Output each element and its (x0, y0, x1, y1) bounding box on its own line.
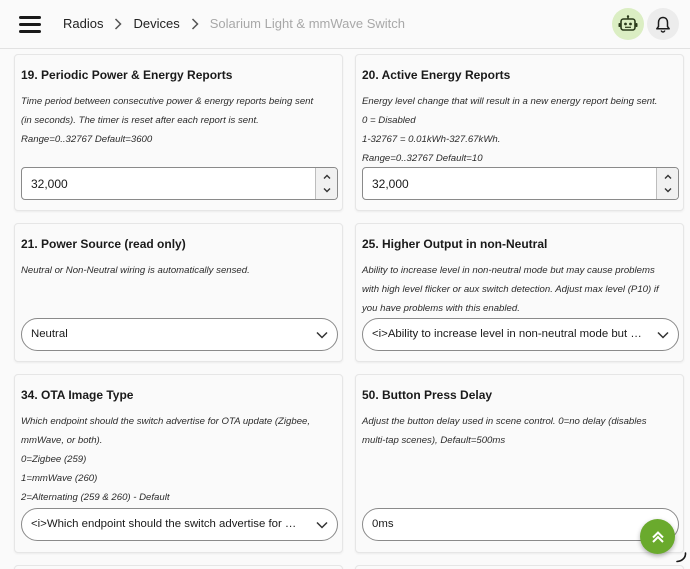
description-line: you have problems with this enabled. (362, 303, 520, 314)
chevron-up-icon[interactable] (322, 172, 332, 182)
chevron-down-icon[interactable] (322, 185, 332, 195)
description-line: 0 = Disabled (362, 115, 416, 126)
description-line: Range=0..32767 Default=10 (362, 153, 483, 164)
number-input-value[interactable]: 32,000 (372, 177, 409, 191)
setting-title: 19. Periodic Power & Energy Reports (21, 68, 233, 82)
robot-icon (618, 15, 638, 31)
chevron-right-icon (190, 17, 200, 31)
setting-title: 21. Power Source (read only) (21, 237, 186, 251)
setting-card-next-right (355, 565, 684, 569)
description-line: (in seconds). The timer is reset after e… (21, 115, 259, 126)
bell-icon (656, 16, 670, 33)
setting-card-34: 34. OTA Image Type Which endpoint should… (14, 374, 343, 553)
breadcrumb-current: Solarium Light & mmWave Switch (209, 16, 406, 31)
double-chevron-up-icon (651, 530, 664, 543)
assistant-button[interactable] (612, 8, 644, 40)
select-dropdown[interactable]: <i>Ability to increase level in non-neut… (362, 318, 679, 351)
description-line: 2=Alternating (259 & 260) - Default (21, 492, 170, 503)
setting-card-21: 21. Power Source (read only) Neutral or … (14, 223, 343, 362)
description-line: Energy level change that will result in … (362, 96, 658, 107)
select-dropdown[interactable]: 0ms (362, 508, 679, 541)
description-line: with high level flicker or aux switch de… (362, 284, 659, 295)
description-line: 0=Zigbee (259) (21, 454, 87, 465)
setting-title: 20. Active Energy Reports (362, 68, 511, 82)
select-value[interactable]: 0ms (372, 518, 642, 530)
hamburger-menu-icon[interactable] (17, 13, 43, 35)
setting-card-next-left (14, 565, 343, 569)
setting-title: 25. Higher Output in non-Neutral (362, 237, 548, 251)
setting-description: Ability to increase level in non-neutral… (362, 261, 672, 318)
setting-card-25: 25. Higher Output in non-Neutral Ability… (355, 223, 684, 362)
description-line: Neutral or Non-Neutral wiring is automat… (21, 265, 250, 276)
chevron-right-icon (113, 17, 123, 31)
setting-title: 50. Button Press Delay (362, 388, 493, 402)
loading-spinner-icon (676, 552, 687, 563)
description-line: Which endpoint should the switch adverti… (21, 416, 311, 427)
setting-description: Which endpoint should the switch adverti… (21, 412, 331, 507)
top-app-bar: Radios Devices Solarium Light & mmWave S… (0, 0, 690, 48)
description-line: 1=mmWave (260) (21, 473, 98, 484)
number-stepper[interactable] (656, 168, 678, 199)
notifications-button[interactable] (647, 8, 679, 40)
setting-description: Time period between consecutive power & … (21, 92, 331, 149)
description-line: Range=0..32767 Default=3600 (21, 134, 153, 145)
description-line: mmWave, or both). (21, 435, 103, 446)
breadcrumb-devices[interactable]: Devices (133, 16, 179, 31)
scroll-to-top-button[interactable] (640, 519, 675, 554)
setting-title: 34. OTA Image Type (21, 388, 134, 402)
number-input[interactable]: 32,000 (362, 167, 679, 200)
description-line: Time period between consecutive power & … (21, 96, 314, 107)
breadcrumb-radios[interactable]: Radios (63, 16, 103, 31)
select-dropdown[interactable]: Neutral (21, 318, 338, 351)
setting-description: Adjust the button delay used in scene co… (362, 412, 672, 450)
description-line: 1-32767 = 0.01kWh-327.67kWh. (362, 134, 501, 145)
select-dropdown[interactable]: <i>Which endpoint should the switch adve… (21, 508, 338, 541)
chevron-down-icon[interactable] (315, 519, 329, 531)
chevron-up-icon[interactable] (663, 172, 673, 182)
setting-description: Neutral or Non-Neutral wiring is automat… (21, 261, 331, 280)
setting-card-20: 20. Active Energy Reports Energy level c… (355, 54, 684, 211)
header-divider (0, 48, 690, 49)
breadcrumb: Radios Devices Solarium Light & mmWave S… (63, 16, 405, 31)
chevron-down-icon[interactable] (663, 185, 673, 195)
chevron-down-icon[interactable] (656, 329, 670, 341)
select-value[interactable]: Neutral (31, 328, 301, 340)
description-line: Ability to increase level in non-neutral… (362, 265, 655, 276)
number-input[interactable]: 32,000 (21, 167, 338, 200)
select-value[interactable]: <i>Which endpoint should the switch adve… (31, 518, 301, 530)
number-input-value[interactable]: 32,000 (31, 177, 68, 191)
description-line: multi-tap scenes), Default=500ms (362, 435, 506, 446)
setting-card-19: 19. Periodic Power & Energy Reports Time… (14, 54, 343, 211)
setting-description: Energy level change that will result in … (362, 92, 672, 168)
select-value[interactable]: <i>Ability to increase level in non-neut… (372, 328, 642, 340)
chevron-down-icon[interactable] (315, 329, 329, 341)
setting-card-50: 50. Button Press Delay Adjust the button… (355, 374, 684, 553)
number-stepper[interactable] (315, 168, 337, 199)
description-line: Adjust the button delay used in scene co… (362, 416, 647, 427)
